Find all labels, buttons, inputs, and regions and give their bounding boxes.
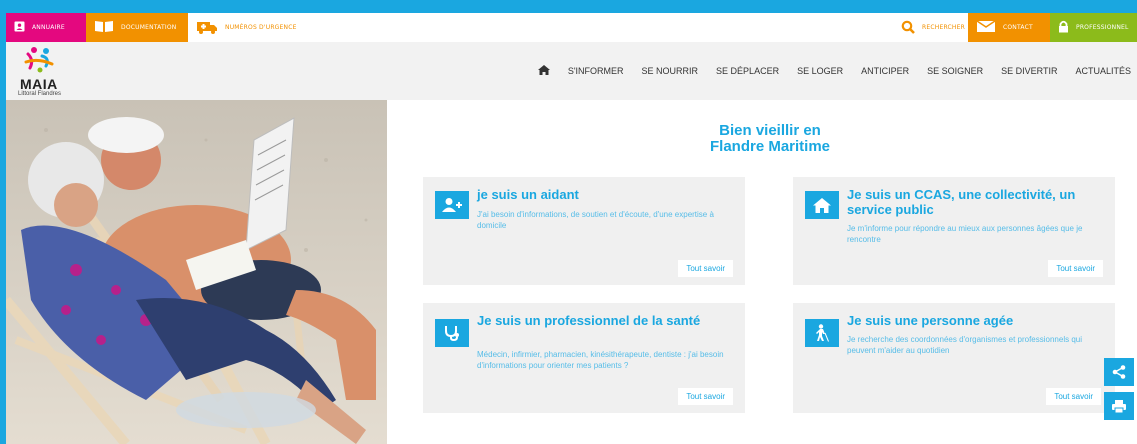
- card-personne-agee-title[interactable]: Je suis une personne agée: [847, 313, 1105, 328]
- page-headline: Bien vieillir en Flandre Maritime: [630, 123, 910, 155]
- card-ccas: Je suis un CCAS, une collectivité, un se…: [793, 177, 1115, 285]
- headline-line-1: Bien vieillir en: [719, 122, 821, 139]
- card-professionnel-desc: Médecin, infirmier, pharmacien, kinésith…: [477, 350, 724, 370]
- professionnel-link[interactable]: PROFESSIONNEL: [1050, 13, 1137, 42]
- blind-person-icon: [805, 319, 839, 347]
- annuaire-label: ANNUAIRE: [32, 24, 65, 31]
- documentation-link[interactable]: DOCUMENTATION: [86, 13, 188, 42]
- nav-anticiper[interactable]: ANTICIPER: [861, 66, 909, 76]
- card-ccas-title[interactable]: Je suis un CCAS, une collectivité, un se…: [847, 187, 1105, 217]
- professionnel-label: PROFESSIONNEL: [1076, 24, 1129, 31]
- nav-actualites[interactable]: ACTUALITÉS: [1075, 66, 1131, 76]
- top-utility-bar: ANNUAIRE DOCUMENTATION NUMÉROS D'URGENCE…: [6, 13, 1137, 42]
- print-icon: [1112, 399, 1126, 413]
- site-logo[interactable]: MAIA Littoral Flandres: [14, 46, 92, 98]
- logo-subtitle: Littoral Flandres: [18, 91, 62, 97]
- nav-se-divertir[interactable]: SE DIVERTIR: [1001, 66, 1057, 76]
- nav-home[interactable]: [537, 65, 550, 77]
- logo-title: MAIA: [20, 76, 58, 92]
- card-professionnel-button[interactable]: Tout savoir: [678, 388, 733, 405]
- nav-se-loger[interactable]: SE LOGER: [797, 66, 843, 76]
- headline-line-2: Flandre Maritime: [709, 138, 831, 155]
- book-icon: [94, 20, 114, 35]
- page-frame: ANNUAIRE DOCUMENTATION NUMÉROS D'URGENCE…: [6, 13, 1137, 444]
- card-aidant-button[interactable]: Tout savoir: [678, 260, 733, 277]
- card-ccas-desc: Je m'informe pour répondre au mieux aux …: [847, 224, 1083, 244]
- nav-se-deplacer[interactable]: SE DÉPLACER: [716, 66, 779, 76]
- card-professionnel-sante: Je suis un professionnel de la santé Méd…: [423, 303, 745, 413]
- contact-label: CONTACT: [1003, 24, 1033, 31]
- card-professionnel-title[interactable]: Je suis un professionnel de la santé: [477, 313, 735, 328]
- stethoscope-icon: [435, 319, 469, 347]
- card-personne-agee: Je suis une personne agée Je recherche d…: [793, 303, 1115, 413]
- annuaire-link[interactable]: ANNUAIRE: [6, 13, 86, 42]
- card-personne-agee-button[interactable]: Tout savoir: [1046, 388, 1101, 405]
- card-personne-agee-desc: Je recherche des coordonnées d'organisme…: [847, 335, 1082, 355]
- card-aidant-desc: J'ai besoin d'informations, de soutien e…: [477, 210, 714, 230]
- directory-icon: [14, 21, 25, 34]
- contact-link[interactable]: CONTACT: [968, 13, 1050, 42]
- card-ccas-button[interactable]: Tout savoir: [1048, 260, 1103, 277]
- hero-photo: [6, 100, 387, 444]
- print-button[interactable]: [1104, 392, 1134, 420]
- share-button[interactable]: [1104, 358, 1134, 386]
- search-icon: [901, 20, 915, 36]
- home-icon: [537, 65, 550, 75]
- search-label: RECHERCHER: [922, 24, 965, 31]
- urgence-label: NUMÉROS D'URGENCE: [225, 24, 297, 31]
- documentation-label: DOCUMENTATION: [121, 24, 177, 31]
- envelope-icon: [976, 20, 996, 35]
- share-icon: [1112, 365, 1126, 379]
- add-user-icon: [435, 191, 469, 219]
- card-aidant: je suis un aidant J'ai besoin d'informat…: [423, 177, 745, 285]
- main-nav: S'INFORMER SE NOURRIR SE DÉPLACER SE LOG…: [520, 42, 1131, 100]
- site-header: MAIA Littoral Flandres S'INFORMER SE NOU…: [6, 42, 1137, 100]
- card-aidant-title[interactable]: je suis un aidant: [477, 187, 735, 202]
- search-link[interactable]: RECHERCHER: [893, 13, 968, 42]
- nav-s-informer[interactable]: S'INFORMER: [568, 66, 624, 76]
- nav-se-soigner[interactable]: SE SOIGNER: [927, 66, 983, 76]
- nav-se-nourrir[interactable]: SE NOURRIR: [642, 66, 699, 76]
- logo-figures-icon: [24, 47, 54, 73]
- home-icon: [805, 191, 839, 219]
- lock-icon: [1058, 20, 1069, 35]
- urgence-link[interactable]: NUMÉROS D'URGENCE: [188, 13, 318, 42]
- ambulance-icon: [196, 20, 218, 36]
